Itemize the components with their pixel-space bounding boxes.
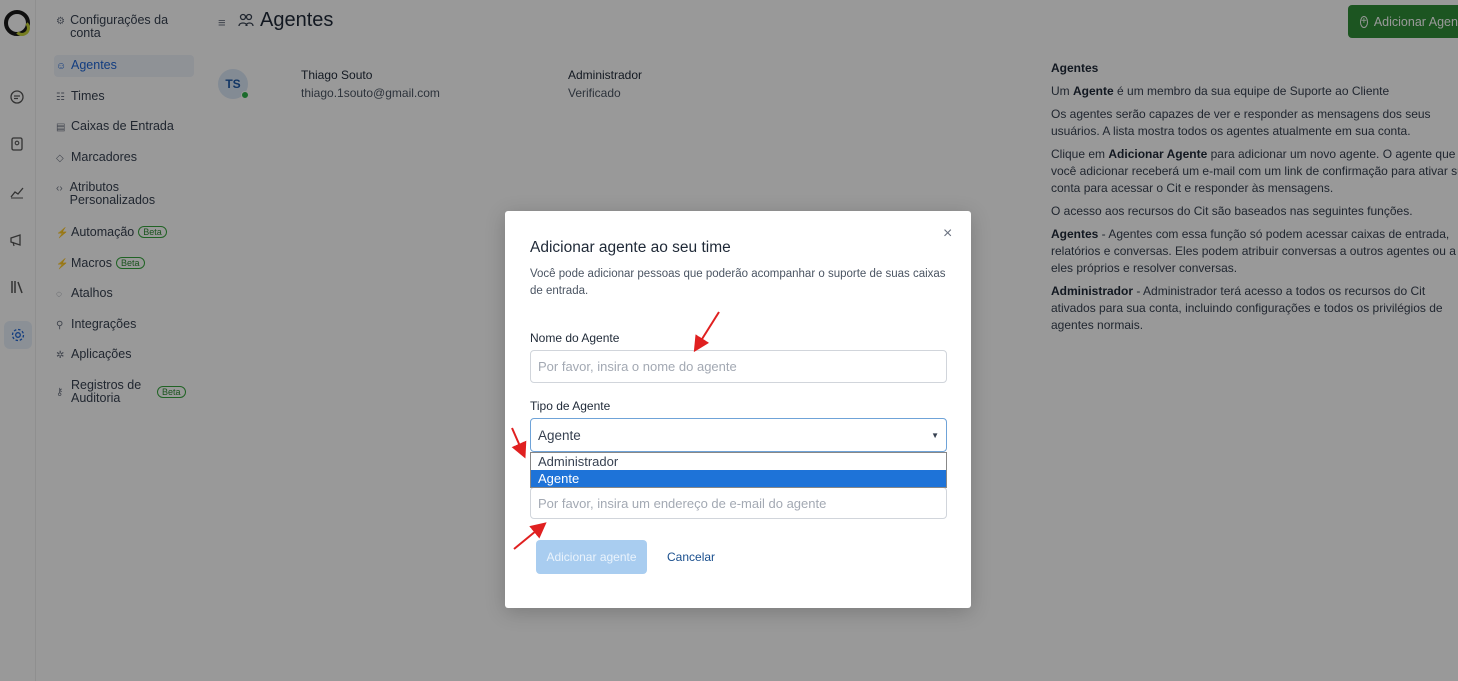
- annotation-arrows: [511, 311, 720, 550]
- annotation-arrow: [513, 522, 547, 550]
- annotation-arrow: [511, 427, 527, 459]
- annotation-arrow: [693, 311, 720, 353]
